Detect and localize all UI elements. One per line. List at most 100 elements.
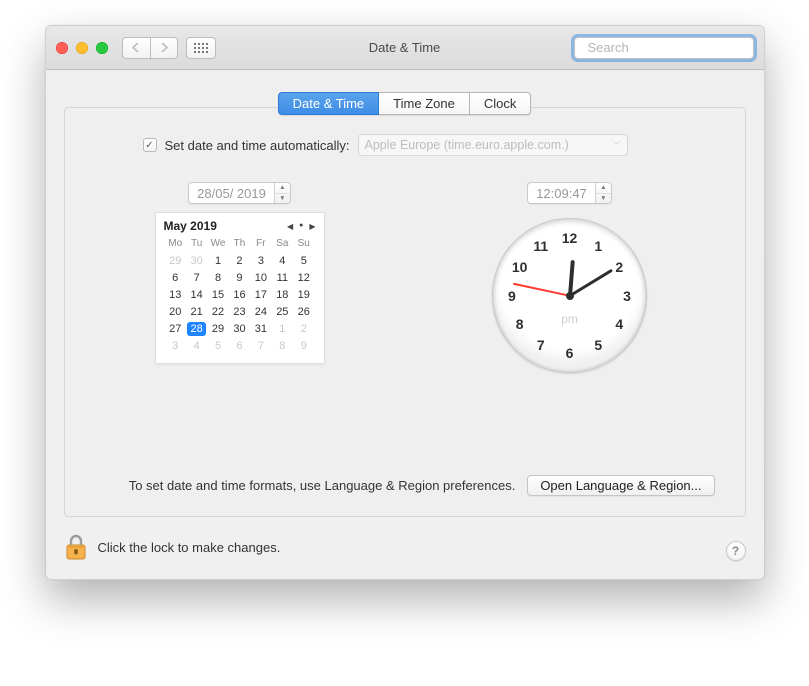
clock-numeral: 1 <box>594 238 602 254</box>
calendar-day[interactable]: 27 <box>166 321 185 336</box>
language-region-row: To set date and time formats, use Langua… <box>65 475 745 496</box>
calendar-day[interactable]: 18 <box>273 287 292 302</box>
clock-pin <box>566 292 574 300</box>
date-field[interactable]: 28/05/ 2019 ▲ ▼ <box>188 182 291 204</box>
calendar-day[interactable]: 9 <box>230 270 249 285</box>
help-button[interactable]: ? <box>726 541 746 561</box>
calendar-day[interactable]: 2 <box>294 321 313 336</box>
time-field-value: 12:09:47 <box>528 183 595 203</box>
calendar-day[interactable]: 20 <box>166 304 185 319</box>
search-input[interactable] <box>586 39 765 56</box>
calendar-day[interactable]: 8 <box>273 338 292 353</box>
calendar-day[interactable]: 19 <box>294 287 313 302</box>
time-server-select[interactable]: Apple Europe (time.euro.apple.com.) ﹀ <box>358 134 628 156</box>
clock-numeral: 7 <box>537 337 545 353</box>
calendar-weekday: We <box>208 237 227 251</box>
calendar-day[interactable]: 28 <box>187 321 206 336</box>
tab-date-time[interactable]: Date & Time <box>278 92 380 115</box>
calendar-day[interactable]: 16 <box>230 287 249 302</box>
tab-time-zone[interactable]: Time Zone <box>379 92 470 115</box>
time-server-value: Apple Europe (time.euro.apple.com.) <box>365 138 569 152</box>
calendar-prev-icon[interactable]: ◀ <box>287 222 293 231</box>
titlebar: Date & Time <box>46 26 764 70</box>
time-field[interactable]: 12:09:47 ▲ ▼ <box>527 182 612 204</box>
calendar-day[interactable]: 17 <box>251 287 270 302</box>
forward-button[interactable] <box>150 37 178 59</box>
calendar-day[interactable]: 2 <box>230 253 249 268</box>
stepper-down-icon[interactable]: ▼ <box>596 194 611 204</box>
search-field[interactable] <box>574 37 754 59</box>
zoom-window-button[interactable] <box>96 42 108 54</box>
calendar-day[interactable]: 4 <box>273 253 292 268</box>
back-button[interactable] <box>122 37 150 59</box>
calendar-day[interactable]: 1 <box>208 253 227 268</box>
open-language-region-button[interactable]: Open Language & Region... <box>527 475 714 496</box>
calendar-day[interactable]: 10 <box>251 270 270 285</box>
close-window-button[interactable] <box>56 42 68 54</box>
clock-numeral: 9 <box>508 288 516 304</box>
calendar-day[interactable]: 5 <box>208 338 227 353</box>
date-stepper[interactable]: ▲ ▼ <box>274 183 290 203</box>
calendar-day[interactable]: 30 <box>187 253 206 268</box>
chevron-down-icon: ﹀ <box>613 140 621 151</box>
grid-icon <box>194 43 208 53</box>
calendar-day[interactable]: 7 <box>251 338 270 353</box>
clock-numeral: 8 <box>516 316 524 332</box>
calendar-day[interactable]: 6 <box>230 338 249 353</box>
clock-numeral: 12 <box>562 230 578 246</box>
calendar-day[interactable]: 31 <box>251 321 270 336</box>
clock-numeral: 11 <box>533 238 548 254</box>
calendar-day[interactable]: 30 <box>230 321 249 336</box>
date-column: 28/05/ 2019 ▲ ▼ May 2019 ◀ ● ▶ <box>105 182 375 373</box>
calendar-day[interactable]: 12 <box>294 270 313 285</box>
calendar-day[interactable]: 7 <box>187 270 206 285</box>
time-stepper[interactable]: ▲ ▼ <box>595 183 611 203</box>
auto-date-time-row: ✓ Set date and time automatically: Apple… <box>143 134 715 156</box>
calendar-day[interactable]: 13 <box>166 287 185 302</box>
calendar[interactable]: May 2019 ◀ ● ▶ MoTuWeThFrSaSu29301234567… <box>155 212 325 364</box>
calendar-day[interactable]: 26 <box>294 304 313 319</box>
calendar-day[interactable]: 5 <box>294 253 313 268</box>
analog-clock[interactable]: pm 123456789101112 <box>492 218 647 373</box>
calendar-day[interactable]: 21 <box>187 304 206 319</box>
calendar-day[interactable]: 4 <box>187 338 206 353</box>
calendar-day[interactable]: 3 <box>166 338 185 353</box>
clock-numeral: 4 <box>615 316 623 332</box>
clock-numeral: 10 <box>512 259 528 275</box>
calendar-day[interactable]: 1 <box>273 321 292 336</box>
calendar-day[interactable]: 22 <box>208 304 227 319</box>
stepper-down-icon[interactable]: ▼ <box>275 194 290 204</box>
tab-bar: Date & TimeTime ZoneClock <box>64 92 746 115</box>
calendar-weekday: Th <box>230 237 249 251</box>
auto-date-time-checkbox[interactable]: ✓ <box>143 138 157 152</box>
calendar-weekday: Fr <box>251 237 270 251</box>
stepper-up-icon[interactable]: ▲ <box>275 183 290 194</box>
calendar-weekday: Mo <box>166 237 185 251</box>
calendar-day[interactable]: 23 <box>230 304 249 319</box>
show-all-button[interactable] <box>186 37 216 59</box>
calendar-day[interactable]: 8 <box>208 270 227 285</box>
calendar-day[interactable]: 29 <box>208 321 227 336</box>
calendar-today-icon[interactable]: ● <box>299 222 303 231</box>
calendar-grid: MoTuWeThFrSaSu29301234567891011121314151… <box>164 235 316 355</box>
calendar-day[interactable]: 25 <box>273 304 292 319</box>
calendar-day[interactable]: 9 <box>294 338 313 353</box>
lock-icon[interactable] <box>64 533 88 561</box>
calendar-day[interactable]: 6 <box>166 270 185 285</box>
calendar-day[interactable]: 15 <box>208 287 227 302</box>
calendar-next-icon[interactable]: ▶ <box>309 222 315 231</box>
date-field-value: 28/05/ 2019 <box>189 183 274 203</box>
calendar-day[interactable]: 11 <box>273 270 292 285</box>
calendar-day[interactable]: 3 <box>251 253 270 268</box>
calendar-day[interactable]: 14 <box>187 287 206 302</box>
calendar-day[interactable]: 24 <box>251 304 270 319</box>
content-area: Date & TimeTime ZoneClock ✓ Set date and… <box>46 70 764 517</box>
stepper-up-icon[interactable]: ▲ <box>596 183 611 194</box>
minimize-window-button[interactable] <box>76 42 88 54</box>
time-column: 12:09:47 ▲ ▼ pm 12345678 <box>435 182 705 373</box>
clock-numeral: 3 <box>623 288 631 304</box>
hour-hand <box>568 259 575 295</box>
calendar-day[interactable]: 29 <box>166 253 185 268</box>
tab-clock[interactable]: Clock <box>470 92 532 115</box>
window-controls <box>56 42 108 54</box>
